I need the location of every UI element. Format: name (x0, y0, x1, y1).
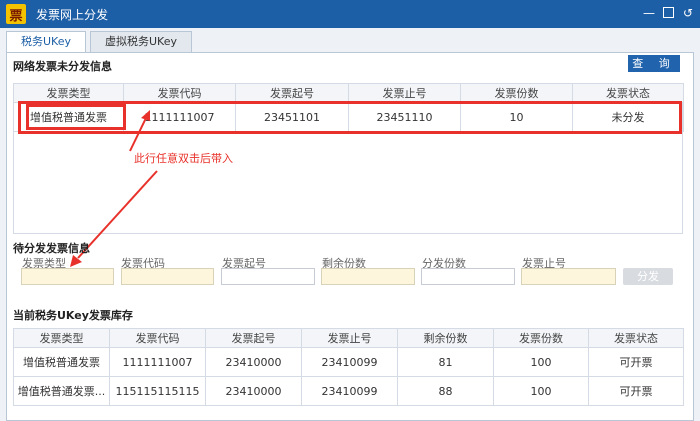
cell-end-number: 23410099 (301, 347, 398, 377)
cell-start-number: 23410000 (205, 347, 302, 377)
cell-status: 可开票 (588, 347, 684, 377)
cell-start-number: 23410000 (205, 376, 302, 406)
section-title-pending: 待分发发票信息 (13, 242, 90, 255)
table-header-row: 发票类型 发票代码 发票起号 发票止号 剩余份数 发票份数 发票状态 (13, 328, 684, 348)
cell-status: 可开票 (588, 376, 684, 406)
cell-invoice-code: 115115115115 (109, 376, 206, 406)
column-header: 发票止号 (301, 328, 398, 348)
invoice-type-field[interactable] (21, 268, 114, 285)
arrowhead-row (141, 110, 150, 121)
cell-invoice-code: 1111111007 (109, 347, 206, 377)
column-header: 发票起号 (205, 328, 302, 348)
section-title-inventory: 当前税务UKey发票库存 (13, 309, 133, 322)
issue-button[interactable]: 分发 (623, 268, 673, 285)
column-header: 剩余份数 (397, 328, 494, 348)
cell-invoice-type: 增值税普通发票... (13, 376, 110, 406)
remaining-count-field[interactable] (321, 268, 415, 285)
cell-remaining: 81 (397, 347, 494, 377)
column-header: 发票类型 (13, 328, 110, 348)
column-header: 发票状态 (588, 328, 684, 348)
cell-invoice-type: 增值税普通发票 (13, 347, 110, 377)
table-row[interactable]: 增值税普通发票 1111111007 23410000 23410099 81 … (13, 347, 684, 377)
start-number-field[interactable] (221, 268, 315, 285)
cell-remaining: 88 (397, 376, 494, 406)
invoice-code-field[interactable] (121, 268, 214, 285)
end-number-field[interactable] (521, 268, 616, 285)
cell-count: 100 (493, 347, 589, 377)
cell-end-number: 23410099 (301, 376, 398, 406)
table-row[interactable]: 增值税普通发票... 115115115115 23410000 2341009… (13, 376, 684, 406)
inventory-table: 发票类型 发票代码 发票起号 发票止号 剩余份数 发票份数 发票状态 增值税普通… (13, 328, 684, 406)
cell-count: 100 (493, 376, 589, 406)
issue-count-field[interactable] (421, 268, 515, 285)
column-header: 发票份数 (493, 328, 589, 348)
arrow-to-row (129, 117, 147, 152)
column-header: 发票代码 (109, 328, 206, 348)
